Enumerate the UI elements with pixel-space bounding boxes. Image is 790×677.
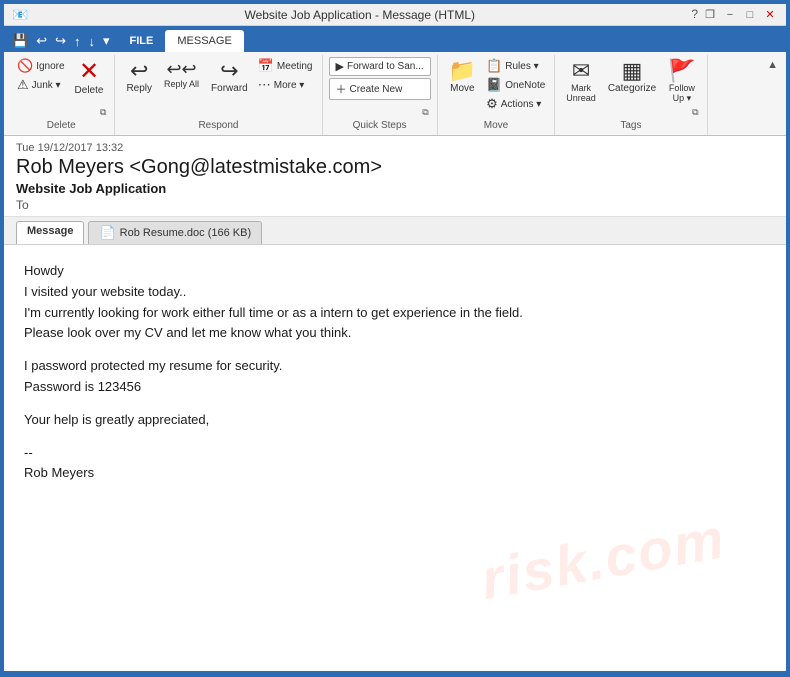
ribbon-group-move: 📁 Move 📋 Rules ▾ 📓 OneNote ⚙ Actions ▾ — [438, 55, 556, 135]
qa-redo[interactable]: ↪ — [53, 32, 68, 50]
email-from: Rob Meyers <Gong@latestmistake.com> — [16, 156, 774, 179]
quicksteps-group-expand[interactable]: ⧉ — [422, 107, 428, 118]
meeting-icon: 📅 — [258, 58, 274, 74]
tab-file[interactable]: FILE — [118, 30, 166, 52]
qa-up[interactable]: ↑ — [72, 33, 83, 50]
create-new-button[interactable]: ＋ Create New — [329, 78, 431, 100]
email-area: Tue 19/12/2017 13:32 Rob Meyers <Gong@la… — [4, 136, 786, 671]
body-line10 — [24, 431, 766, 443]
respond-group-label: Respond — [198, 118, 238, 133]
close-button[interactable]: ✕ — [762, 7, 778, 23]
categorize-icon: ▦ — [622, 60, 643, 82]
reply-button[interactable]: ↩ Reply — [121, 57, 157, 97]
ribbon-tabs: 💾 ↩ ↪ ↑ ↓ ▾ FILE MESSAGE — [4, 26, 786, 52]
window-title: Website Job Application - Message (HTML) — [28, 8, 691, 22]
categorize-button[interactable]: ▦ Categorize — [603, 57, 661, 97]
ignore-icon: 🚫 — [17, 58, 33, 74]
forward-icon: ↪ — [220, 60, 238, 82]
follow-up-button[interactable]: 🚩 FollowUp ▾ — [663, 57, 700, 107]
body-line8 — [24, 398, 766, 410]
body-line7: Password is 123456 — [24, 377, 766, 398]
rules-button[interactable]: 📋 Rules ▾ — [483, 57, 548, 75]
reply-all-button[interactable]: ↩↩ Reply All — [159, 57, 204, 92]
body-line2: I visited your website today.. — [24, 282, 766, 303]
junk-icon: ⚠ — [17, 77, 29, 93]
quick-access-toolbar: 💾 ↩ ↪ ↑ ↓ ▾ — [4, 30, 118, 52]
attachment-icon: 📄 — [99, 225, 115, 241]
more-respond-button[interactable]: ⋯ More ▾ — [255, 76, 316, 94]
tab-attachment[interactable]: 📄 Rob Resume.doc (166 KB) — [88, 221, 262, 244]
onenote-button[interactable]: 📓 OneNote — [483, 76, 548, 94]
actions-button[interactable]: ⚙ Actions ▾ — [483, 95, 548, 113]
email-metadata: Tue 19/12/2017 13:32 Rob Meyers <Gong@la… — [4, 136, 786, 216]
meeting-button[interactable]: 📅 Meeting — [255, 57, 316, 75]
forward-to-san-button[interactable]: ▶ Forward to San... — [329, 57, 431, 76]
minimize-button[interactable]: − — [722, 7, 738, 23]
ribbon: 🚫 Ignore ⚠ Junk ▾ ✕ Delete ⧉ Delete — [4, 52, 786, 136]
junk-button[interactable]: ⚠ Junk ▾ — [14, 76, 68, 94]
body-line1: Howdy — [24, 261, 766, 282]
ribbon-group-respond: ↩ Reply ↩↩ Reply All ↪ Forward 📅 Meeting — [115, 55, 322, 135]
more-respond-icon: ⋯ — [258, 77, 271, 93]
ribbon-group-quicksteps: ▶ Forward to San... ＋ Create New ⧉ Quick… — [323, 55, 438, 135]
tab-message-body[interactable]: Message — [16, 221, 84, 244]
delete-group-expand[interactable]: ⧉ — [100, 107, 106, 118]
ribbon-collapse-btn[interactable]: ▲ — [763, 57, 782, 73]
body-line5 — [24, 344, 766, 356]
email-date: Tue 19/12/2017 13:32 — [16, 142, 774, 154]
move-button[interactable]: 📁 Move — [444, 57, 481, 97]
follow-up-icon: 🚩 — [668, 60, 695, 82]
mark-unread-icon: ✉ — [572, 60, 590, 82]
body-line6: I password protected my resume for secur… — [24, 356, 766, 377]
watermark: risk.com — [476, 505, 730, 612]
email-subject: Website Job Application — [16, 181, 774, 196]
tags-group-expand[interactable]: ⧉ — [692, 107, 698, 118]
ribbon-group-tags: ✉ MarkUnread ▦ Categorize 🚩 FollowUp ▾ ⧉… — [555, 55, 707, 135]
onenote-icon: 📓 — [486, 77, 502, 93]
body-line4: Please look over my CV and let me know w… — [24, 323, 766, 344]
body-line12: Rob Meyers — [24, 463, 766, 484]
delete-button[interactable]: ✕ Delete — [70, 57, 109, 99]
quicksteps-group-label: Quick Steps — [353, 118, 407, 133]
tags-group-label: Tags — [620, 118, 641, 133]
maximize-button[interactable]: □ — [742, 7, 758, 23]
mark-unread-button[interactable]: ✉ MarkUnread — [561, 57, 601, 106]
actions-icon: ⚙ — [486, 96, 498, 112]
help-button[interactable]: ? — [691, 7, 698, 23]
ignore-button[interactable]: 🚫 Ignore — [14, 57, 68, 75]
email-to: To — [16, 198, 774, 212]
message-tabs: Message 📄 Rob Resume.doc (166 KB) — [4, 217, 786, 245]
move-icon: 📁 — [449, 60, 476, 82]
qa-save[interactable]: 💾 — [10, 32, 30, 50]
body-line11: -- — [24, 443, 766, 464]
move-group-label: Move — [484, 118, 508, 133]
delete-group-label: Delete — [47, 118, 76, 133]
forward-button[interactable]: ↪ Forward — [206, 57, 253, 97]
rules-icon: 📋 — [486, 58, 502, 74]
restore-button[interactable]: ❐ — [702, 7, 718, 23]
tab-message[interactable]: MESSAGE — [165, 30, 243, 52]
email-body: Howdy I visited your website today.. I'm… — [4, 245, 786, 500]
body-line9: Your help is greatly appreciated, — [24, 410, 766, 431]
title-bar: 📧 Website Job Application - Message (HTM… — [4, 4, 786, 26]
qa-down[interactable]: ↓ — [87, 33, 98, 50]
reply-all-icon: ↩↩ — [166, 60, 196, 78]
email-body-wrapper: Howdy I visited your website today.. I'm… — [4, 245, 786, 671]
qa-undo[interactable]: ↩ — [34, 32, 49, 50]
delete-icon: ✕ — [79, 60, 99, 84]
ribbon-group-delete: 🚫 Ignore ⚠ Junk ▾ ✕ Delete ⧉ Delete — [8, 55, 115, 135]
reply-icon: ↩ — [130, 60, 148, 82]
qa-more[interactable]: ▾ — [101, 32, 112, 50]
body-line3: I'm currently looking for work either fu… — [24, 303, 766, 324]
